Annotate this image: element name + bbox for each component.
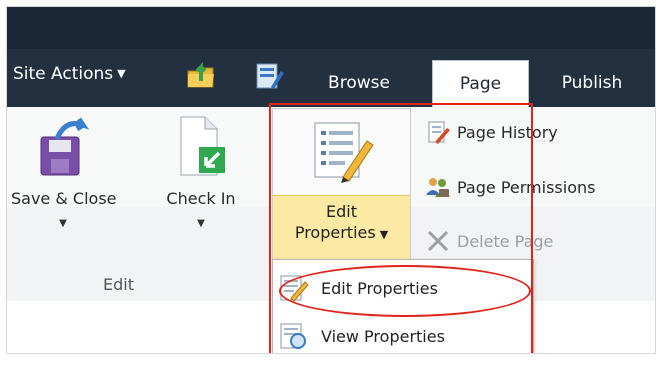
edit-group-label: Edit [103,275,134,294]
check-in-icon [180,116,225,176]
menu-item-label: Edit Properties [321,278,438,298]
chevron-down-icon: ▼ [117,67,126,80]
page-permissions-icon [426,178,450,197]
page-history-label: Page History [457,122,558,142]
tab-publish[interactable]: Publish [542,60,642,107]
delete-page-button[interactable]: Delete Page [425,227,553,255]
edit-properties-label: Edit Properties ▼ [273,201,410,245]
site-actions-menu[interactable]: Site Actions ▼ [13,64,126,84]
page-permissions-button[interactable]: Page Permissions [425,173,595,201]
edit-properties-small-icon [280,275,309,302]
edit-properties-line2: Properties [294,223,376,242]
menu-item-view-properties[interactable]: View Properties [273,314,533,353]
edit-properties-menu: Edit Properties View Properties [272,259,534,353]
page-history-icon [428,121,450,144]
tab-page[interactable]: Page [432,60,529,109]
page-history-button[interactable]: Page History [425,118,558,146]
chevron-down-icon: ▼ [379,228,389,241]
save-close-label: Save & Close [11,189,117,208]
delete-page-label: Delete Page [457,231,554,251]
chevron-down-icon: ▼ [59,218,67,229]
save-close-button[interactable]: Save & Close ▼ [11,115,117,229]
delete-icon [427,230,449,252]
view-properties-icon [280,323,306,349]
menu-item-edit-properties[interactable]: Edit Properties [273,266,533,310]
tab-browse[interactable]: Browse [307,60,411,107]
edit-page-icon[interactable] [251,59,285,93]
check-in-button[interactable]: Check In ▼ [160,115,242,229]
page-permissions-label: Page Permissions [457,177,596,197]
site-actions-label: Site Actions [13,64,114,84]
edit-properties-button[interactable]: Edit Properties ▼ [272,108,411,259]
screenshot-frame: Site Actions ▼ Browse Page Publish Save &… [6,6,656,354]
navigate-up-icon[interactable] [185,59,219,93]
check-in-label: Check In [166,189,236,208]
chevron-down-icon: ▼ [197,218,205,229]
edit-properties-icon [314,122,374,183]
menu-item-label: View Properties [321,326,445,346]
edit-properties-line1: Edit [326,202,357,221]
save-icon [40,117,90,176]
